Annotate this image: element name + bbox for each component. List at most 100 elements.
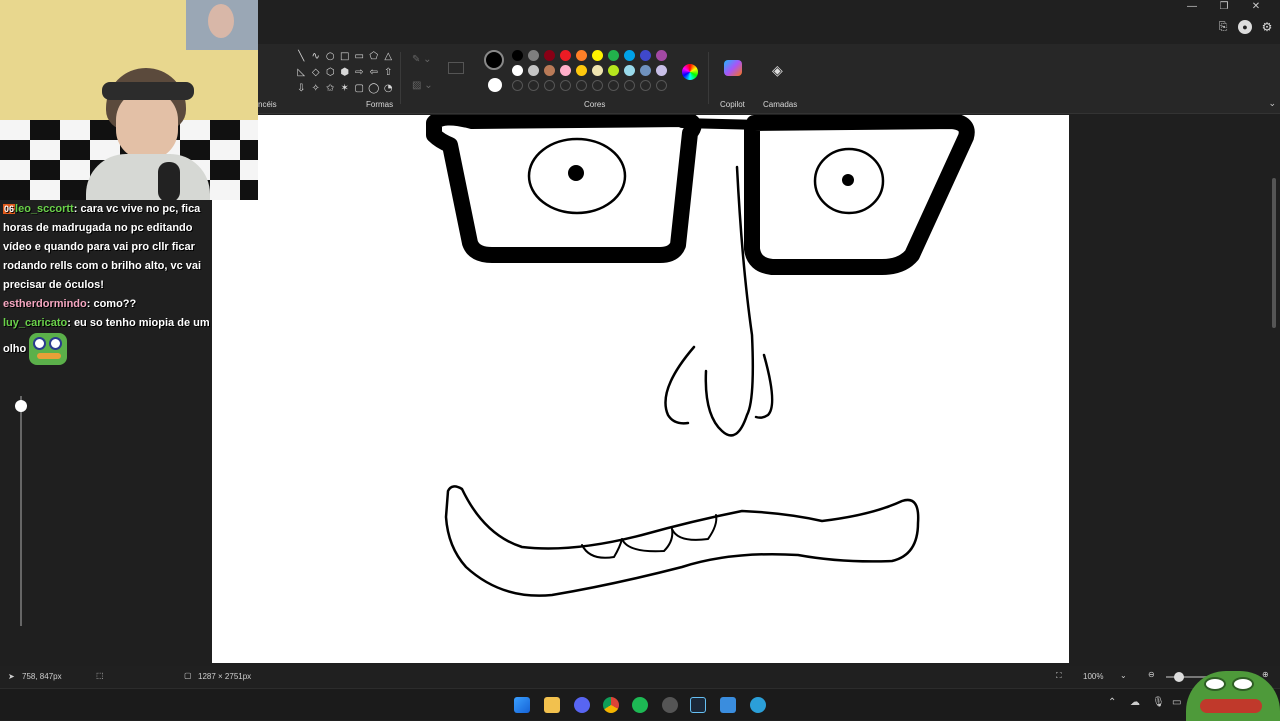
zoom-slider-thumb[interactable] — [1174, 672, 1184, 682]
palette-swatch[interactable] — [592, 65, 603, 76]
right-arrow-shape-icon[interactable]: ⇨ — [352, 66, 367, 80]
zoom-level[interactable]: 100% — [1083, 672, 1103, 681]
pentagon-shape-icon[interactable]: ⬡ — [323, 66, 338, 80]
outline-icon[interactable]: ✎ ⌄ — [412, 54, 432, 65]
steam-icon[interactable] — [690, 697, 706, 713]
collapse-ribbon-icon[interactable]: ⌄ — [1268, 98, 1276, 109]
start-button-icon[interactable] — [514, 697, 530, 713]
vertical-scrollbar[interactable] — [1272, 178, 1276, 328]
callout-shape-icon[interactable]: ▢ — [352, 82, 367, 96]
display-icon[interactable]: ▭ — [1172, 697, 1181, 708]
obs-icon[interactable] — [662, 697, 678, 713]
shapes-group-label: Formas — [366, 100, 394, 109]
ccleaner-icon[interactable] — [720, 697, 736, 713]
chrome-icon[interactable] — [603, 697, 619, 713]
edit-colors-icon[interactable] — [682, 64, 698, 80]
file-explorer-icon[interactable] — [544, 697, 560, 713]
microphone-icon[interactable]: 🎙 — [1152, 697, 1165, 708]
palette-swatch[interactable] — [576, 50, 587, 61]
custom-color-slot[interactable] — [512, 80, 523, 91]
custom-color-slot[interactable] — [640, 80, 651, 91]
left-arrow-shape-icon[interactable]: ⇦ — [367, 66, 382, 80]
small-webcam — [186, 0, 258, 50]
separator — [400, 52, 401, 104]
primary-color-swatch[interactable] — [484, 50, 504, 70]
oval-shape-icon[interactable]: ○ — [323, 50, 338, 64]
palette-swatch[interactable] — [544, 50, 555, 61]
right-triangle-shape-icon[interactable]: ◺ — [294, 66, 309, 80]
zoom-out-icon[interactable]: ⊖ — [1148, 670, 1155, 679]
paint-icon[interactable] — [750, 697, 766, 713]
palette-swatch[interactable] — [656, 50, 667, 61]
brush-size-thumb[interactable] — [15, 400, 27, 412]
taskbar: ⌃ ☁ 🎙 ▭ — [0, 671, 1280, 721]
layers-icon[interactable]: ◈ — [772, 62, 783, 79]
shape-options-icon[interactable] — [448, 62, 464, 74]
network-icon[interactable]: ☁ — [1130, 697, 1140, 708]
diamond-shape-icon[interactable]: ◇ — [309, 66, 324, 80]
polygon-shape-icon[interactable]: ⬠ — [367, 50, 382, 64]
secondary-color-swatch[interactable] — [488, 78, 502, 92]
maximize-button[interactable]: ❐ — [1208, 0, 1240, 14]
curve-shape-icon[interactable]: ∿ — [309, 50, 324, 64]
triangle-shape-icon[interactable]: △ — [381, 50, 396, 64]
palette-swatch[interactable] — [560, 65, 571, 76]
palette-swatch[interactable] — [576, 65, 587, 76]
settings-icon[interactable]: ⚙ — [1260, 20, 1274, 34]
custom-color-slot[interactable] — [624, 80, 635, 91]
palette-swatch[interactable] — [624, 65, 635, 76]
fill-icon[interactable]: ▨ ⌄ — [412, 80, 433, 91]
palette-swatch[interactable] — [512, 65, 523, 76]
palette-swatch[interactable] — [608, 50, 619, 61]
custom-color-slot[interactable] — [544, 80, 555, 91]
copilot-icon[interactable] — [724, 60, 742, 76]
close-button[interactable]: ✕ — [1240, 0, 1272, 14]
share-icon[interactable]: ⎘ — [1216, 20, 1230, 34]
cloud-callout-shape-icon[interactable]: ◔ — [381, 82, 396, 96]
spotify-icon[interactable] — [632, 697, 648, 713]
custom-color-slot[interactable] — [560, 80, 571, 91]
palette-swatch[interactable] — [608, 65, 619, 76]
custom-color-slot[interactable] — [576, 80, 587, 91]
chat-username: leo_sccortt — [15, 203, 74, 215]
account-icon[interactable]: ● — [1238, 20, 1252, 34]
zoom-dropdown-icon[interactable]: ⌄ — [1120, 671, 1127, 680]
rectangle-shape-icon[interactable]: □ — [338, 50, 353, 64]
custom-color-slot[interactable] — [608, 80, 619, 91]
tray-chevron-icon[interactable]: ⌃ — [1108, 697, 1116, 708]
drawing-canvas[interactable] — [212, 115, 1069, 663]
four-point-star-shape-icon[interactable]: ✧ — [309, 82, 324, 96]
oval-callout-shape-icon[interactable]: ◯ — [367, 82, 382, 96]
palette-swatch[interactable] — [512, 50, 523, 61]
palette-swatch[interactable] — [624, 50, 635, 61]
color-palette — [512, 50, 672, 91]
custom-color-slot[interactable] — [592, 80, 603, 91]
line-shape-icon[interactable]: ╲ — [294, 50, 309, 64]
palette-swatch[interactable] — [592, 50, 603, 61]
palette-swatch[interactable] — [544, 65, 555, 76]
brush-size-slider[interactable] — [20, 396, 22, 626]
palette-swatch[interactable] — [656, 65, 667, 76]
minimize-button[interactable]: — — [1176, 0, 1208, 14]
custom-color-slot[interactable] — [656, 80, 667, 91]
streamer-webcam — [86, 62, 210, 200]
five-point-star-shape-icon[interactable]: ✩ — [323, 82, 338, 96]
chat-text: cara vc vive no pc, fica horas de madrug… — [3, 203, 202, 291]
up-arrow-shape-icon[interactable]: ⇧ — [381, 66, 396, 80]
layers-button-label[interactable]: Camadas — [763, 100, 797, 109]
rounded-rectangle-shape-icon[interactable]: ▭ — [352, 50, 367, 64]
palette-swatch[interactable] — [560, 50, 571, 61]
down-arrow-shape-icon[interactable]: ⇩ — [294, 82, 309, 96]
palette-swatch[interactable] — [640, 50, 651, 61]
six-point-star-shape-icon[interactable]: ✶ — [338, 82, 353, 96]
custom-color-slot[interactable] — [528, 80, 539, 91]
fit-to-window-icon[interactable]: ⛶ — [1056, 671, 1062, 681]
copilot-button-label[interactable]: Copilot — [720, 100, 745, 109]
palette-swatch[interactable] — [640, 65, 651, 76]
palette-swatch[interactable] — [528, 50, 539, 61]
hexagon-shape-icon[interactable]: ⬢ — [338, 66, 353, 80]
discord-icon[interactable] — [574, 697, 590, 713]
palette-swatch[interactable] — [528, 65, 539, 76]
pointer-icon: ➤ — [8, 672, 15, 681]
canvas-size: 1287 × 2751px — [198, 672, 252, 681]
